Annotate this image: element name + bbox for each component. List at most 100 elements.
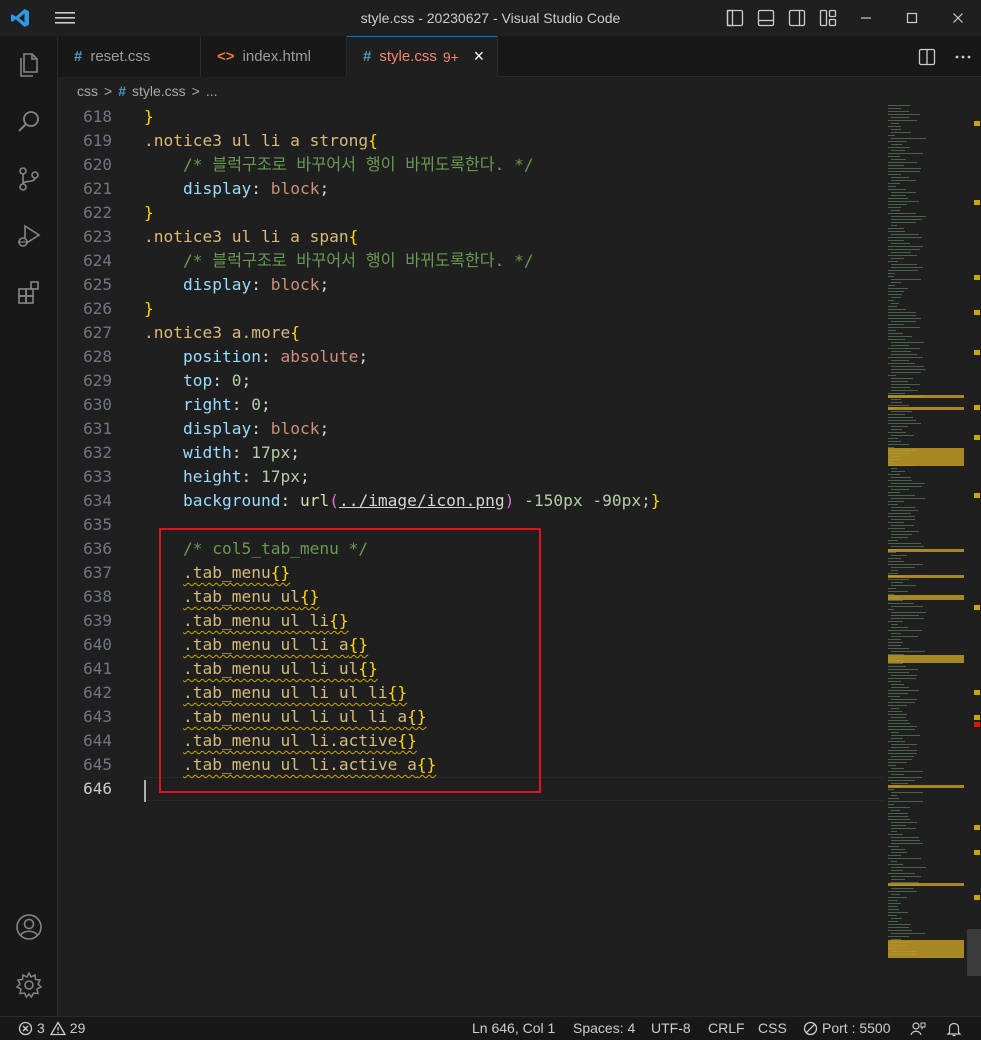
minimap-line	[891, 123, 899, 124]
customize-layout-icon[interactable]	[812, 0, 843, 36]
minimap-line	[888, 495, 915, 496]
minimap-line	[891, 354, 917, 355]
minimap-line	[888, 690, 919, 691]
bell-icon[interactable]	[946, 1017, 962, 1040]
minimap-line	[891, 510, 918, 511]
search-icon[interactable]	[0, 98, 58, 146]
breadcrumb-symbols[interactable]: ...	[206, 83, 218, 99]
minimap-line	[888, 174, 901, 175]
minimap-line	[891, 243, 910, 244]
minimap-line	[888, 522, 904, 523]
minimap-line	[888, 432, 906, 433]
feedback-icon[interactable]	[910, 1017, 926, 1040]
close-window-icon[interactable]	[935, 0, 981, 36]
maximize-icon[interactable]	[889, 0, 935, 36]
minimize-icon[interactable]	[843, 0, 889, 36]
minimap-line	[888, 324, 904, 325]
indentation[interactable]: Spaces: 4	[573, 1017, 635, 1040]
line-number: 629	[83, 371, 112, 390]
tab-style-css[interactable]: # style.css 9+ ×	[347, 36, 498, 77]
tab-index-html[interactable]: <> index.html	[201, 36, 347, 77]
url-link[interactable]: ../image/icon.png	[339, 491, 505, 510]
minimap-line	[888, 273, 895, 274]
minimap-line	[891, 612, 926, 613]
gear-icon[interactable]	[0, 961, 58, 1009]
files-icon[interactable]	[0, 41, 58, 89]
minimap-line	[891, 768, 904, 769]
minimap-line	[891, 234, 919, 235]
line-number: 631	[83, 419, 112, 438]
close-icon[interactable]: ×	[469, 46, 489, 67]
minimap-line	[888, 270, 918, 271]
minimap-line	[888, 375, 896, 376]
minimap[interactable]	[888, 105, 966, 965]
cursor-position[interactable]: Ln 646, Col 1	[472, 1017, 555, 1040]
minimap-line	[888, 666, 906, 667]
line-number: 622	[83, 203, 112, 222]
toggle-panel-icon[interactable]	[750, 0, 781, 36]
breadcrumb-folder[interactable]: css	[77, 83, 98, 99]
menu-icon[interactable]	[40, 0, 90, 36]
minimap-line	[891, 369, 926, 370]
minimap-line	[888, 183, 900, 184]
scrollbar-warning-marker	[974, 405, 980, 410]
minimap-line	[888, 153, 923, 154]
more-actions-icon[interactable]	[945, 36, 981, 77]
scrollbar-thumb[interactable]	[967, 929, 981, 976]
split-editor-icon[interactable]	[909, 36, 945, 77]
minimap-line	[891, 699, 917, 700]
minimap-line	[888, 630, 922, 631]
tab-label: reset.css	[90, 48, 151, 65]
minimap-line	[891, 546, 924, 547]
minimap-line	[891, 180, 916, 181]
minimap-line	[888, 801, 923, 802]
minimap-line	[891, 918, 902, 919]
line-number: 632	[83, 443, 112, 462]
line-number: 620	[83, 155, 112, 174]
encoding[interactable]: UTF-8	[651, 1017, 691, 1040]
minimap-line	[891, 774, 904, 775]
minimap-line	[888, 501, 904, 502]
end-of-line[interactable]: CRLF	[708, 1017, 745, 1040]
account-icon[interactable]	[0, 903, 58, 951]
minimap-line	[888, 609, 894, 610]
minimap-line	[891, 429, 902, 430]
minimap-line	[888, 114, 920, 115]
toggle-secondary-sidebar-icon[interactable]	[781, 0, 812, 36]
scrollbar-warning-marker	[974, 310, 980, 315]
vertical-scrollbar[interactable]	[966, 105, 981, 1016]
editor-tab-bar: # reset.css <> index.html # style.css 9+…	[58, 36, 981, 77]
minimap-line	[891, 435, 914, 436]
minimap-line	[888, 669, 918, 670]
tab-reset-css[interactable]: # reset.css	[58, 36, 201, 77]
minimap-line	[891, 177, 909, 178]
minimap-line	[888, 255, 917, 256]
toggle-primary-sidebar-icon[interactable]	[719, 0, 750, 36]
minimap-line	[891, 297, 901, 298]
minimap-line	[888, 213, 916, 214]
extensions-icon[interactable]	[0, 269, 58, 317]
live-server-port[interactable]: Port : 5500	[803, 1017, 891, 1040]
language-mode[interactable]: CSS	[758, 1017, 787, 1040]
minimap-line	[888, 807, 910, 808]
minimap-line	[888, 561, 904, 562]
minimap-line	[891, 831, 897, 832]
minimap-line	[888, 924, 911, 925]
minimap-line	[891, 606, 923, 607]
problems-indicator[interactable]: 3 29	[18, 1017, 85, 1040]
minimap-line	[891, 636, 918, 637]
breadcrumb-file[interactable]: style.css	[132, 83, 186, 99]
minimap-line	[891, 468, 897, 469]
minimap-line	[891, 582, 903, 583]
run-debug-icon[interactable]	[0, 212, 58, 260]
scrollbar-warning-marker	[974, 435, 980, 440]
minimap-line	[888, 309, 906, 310]
minimap-line	[891, 483, 925, 484]
minimap-line	[891, 627, 908, 628]
minimap-line	[891, 252, 911, 253]
scrollbar-warning-marker	[974, 605, 980, 610]
code-editor[interactable]: 618 619 620 621 622 623 624 625 626 627 628 629 630 6…	[58, 105, 981, 1016]
scrollbar-warning-marker	[974, 200, 980, 205]
source-control-icon[interactable]	[0, 155, 58, 203]
minimap-line	[891, 489, 909, 490]
